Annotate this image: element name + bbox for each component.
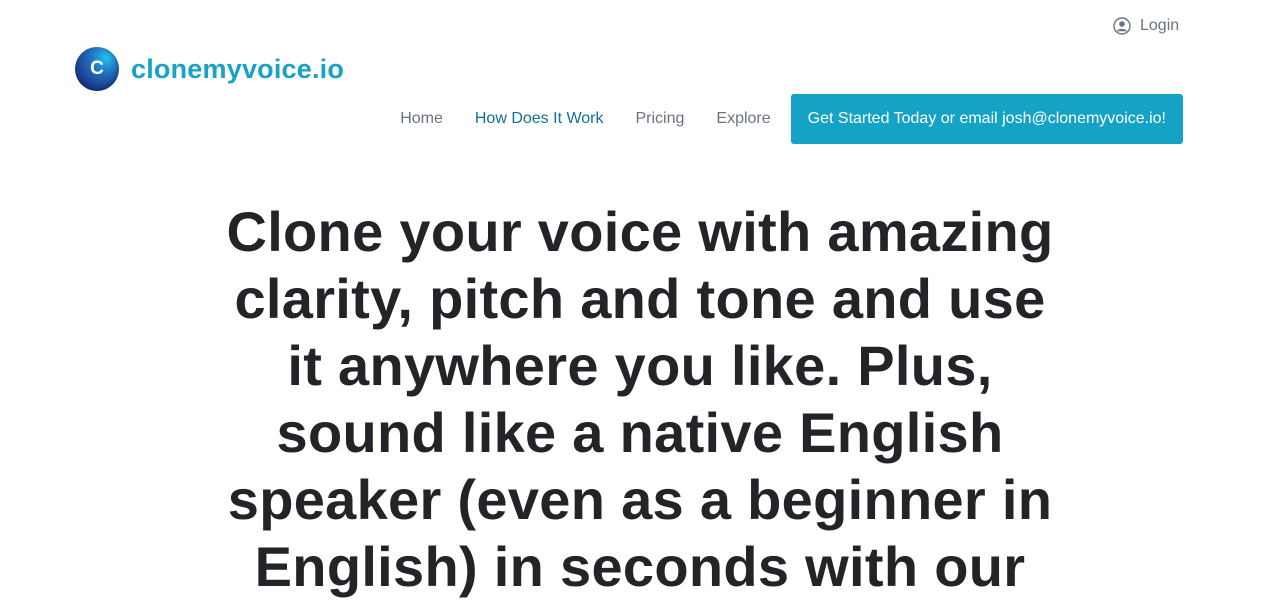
brand-name: clonemyvoice.io (131, 53, 345, 84)
user-circle-icon (1113, 17, 1131, 35)
nav-item-how-does-it-work[interactable]: How Does It Work (475, 110, 604, 128)
login-link[interactable]: Login (1113, 17, 1179, 35)
page: Login C clonemyvoice.io Home How Does It… (0, 0, 1280, 600)
login-label: Login (1140, 17, 1180, 34)
brand-logo: C (75, 47, 119, 91)
nav-item-home[interactable]: Home (400, 110, 443, 128)
hero-headline: Clone your voice with amazing clarity, p… (226, 200, 1054, 598)
nav-item-pricing[interactable]: Pricing (636, 110, 685, 128)
nav-item-explore[interactable]: Explore (716, 110, 770, 128)
main-nav: Home How Does It Work Pricing Explore Ge… (400, 94, 1183, 144)
brand-logo-letter: C (90, 58, 104, 79)
brand-home-link[interactable]: C clonemyvoice.io (75, 47, 344, 91)
hero-section: Clone your voice with amazing clarity, p… (0, 198, 1280, 600)
get-started-button[interactable]: Get Started Today or email josh@clonemyv… (790, 94, 1183, 144)
